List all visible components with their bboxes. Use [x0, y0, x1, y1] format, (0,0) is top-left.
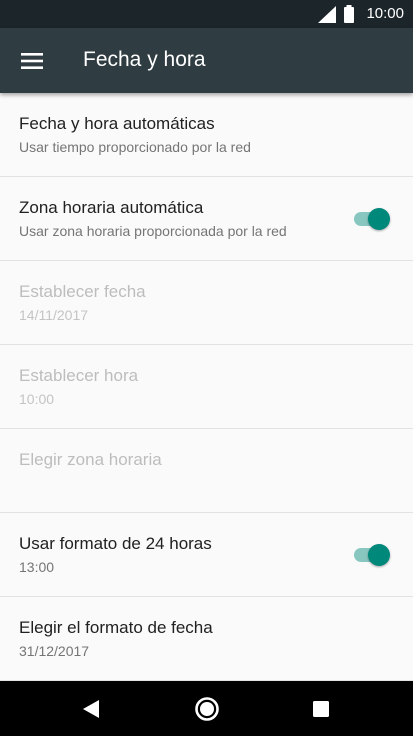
automatic-timezone-item[interactable]: Zona horaria automática Usar zona horari… [0, 177, 413, 261]
use-24-hour-format-item[interactable]: Usar formato de 24 horas 13:00 [0, 513, 413, 597]
setting-summary: 13:00 [19, 559, 55, 575]
setting-title: Usar formato de 24 horas [19, 534, 212, 553]
battery-icon [343, 5, 355, 28]
date-format-item[interactable]: Elegir el formato de fecha 31/12/2017 [0, 597, 413, 681]
app-toolbar: Fecha y hora [0, 28, 413, 93]
select-timezone-item: Elegir zona horaria [0, 429, 413, 513]
setting-summary: Usar tiempo proporcionado por la red [19, 139, 251, 155]
setting-title: Fecha y hora automáticas [19, 114, 215, 133]
recent-apps-button[interactable] [301, 689, 341, 729]
setting-title: Elegir el formato de fecha [19, 618, 213, 637]
set-time-item: Establecer hora 10:00 [0, 345, 413, 429]
settings-list: Fecha y hora automáticas Usar tiempo pro… [0, 93, 413, 681]
signal-icon [318, 6, 336, 28]
automatic-timezone-toggle[interactable] [354, 208, 390, 230]
setting-summary: 14/11/2017 [19, 307, 89, 323]
menu-button[interactable] [12, 43, 52, 79]
switch-thumb [368, 544, 390, 566]
recent-apps-icon [313, 701, 329, 717]
home-button[interactable] [187, 689, 227, 729]
setting-title: Establecer fecha [19, 282, 146, 301]
setting-summary: 31/12/2017 [19, 643, 90, 659]
setting-title: Zona horaria automática [19, 198, 204, 217]
set-date-item: Establecer fecha 14/11/2017 [0, 261, 413, 345]
setting-summary: Usar zona horaria proporcionada por la r… [19, 223, 287, 239]
home-icon [195, 697, 219, 721]
menu-icon [21, 53, 43, 69]
switch-thumb [368, 208, 390, 230]
setting-summary: 10:00 [19, 391, 55, 407]
back-button[interactable] [72, 689, 112, 729]
status-time: 10:00 [366, 5, 404, 22]
page-title: Fecha y hora [83, 48, 206, 71]
navigation-bar [0, 681, 413, 736]
automatic-date-time-item[interactable]: Fecha y hora automáticas Usar tiempo pro… [0, 93, 413, 177]
setting-title: Establecer hora [19, 366, 139, 385]
use-24-hour-format-toggle[interactable] [354, 544, 390, 566]
back-icon [83, 700, 99, 718]
setting-title: Elegir zona horaria [19, 450, 162, 469]
status-bar: 10:00 [0, 0, 413, 28]
